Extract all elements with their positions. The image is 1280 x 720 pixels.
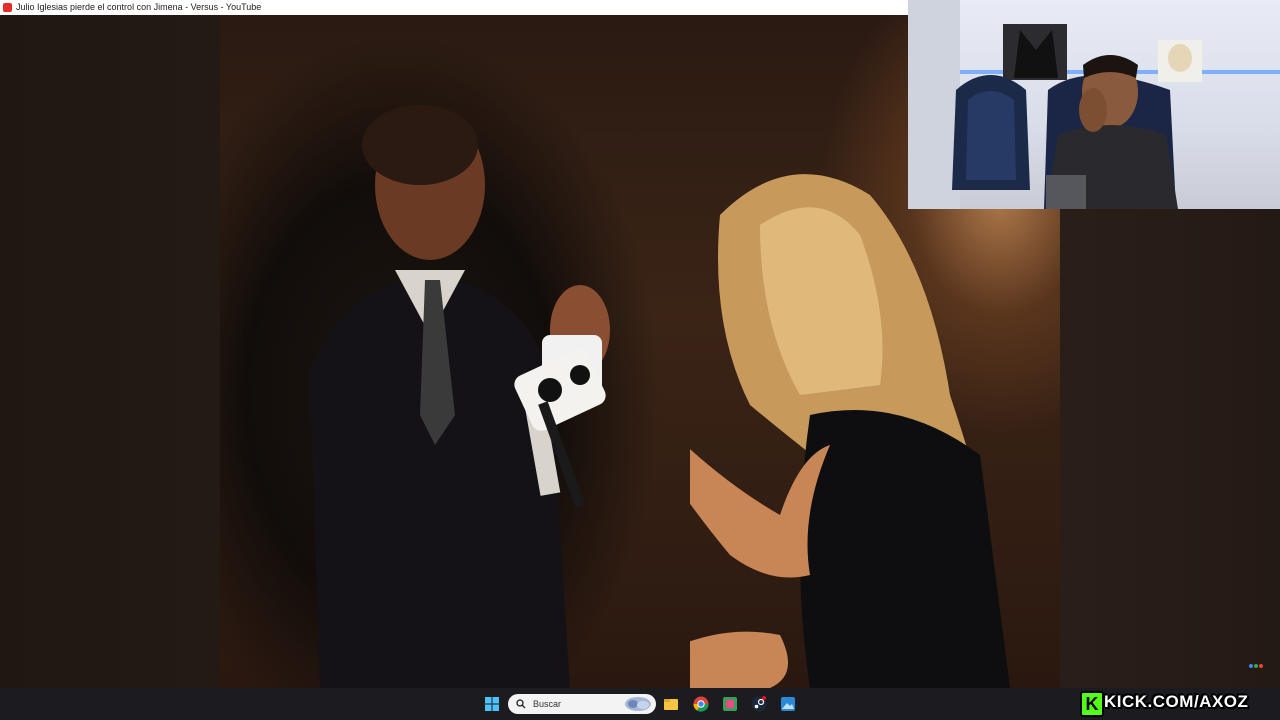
steam-icon[interactable] [751,696,767,712]
microphone [514,349,606,509]
search-placeholder: Buscar [533,699,562,709]
taskbar-search[interactable]: Buscar [508,694,656,714]
window-title: Julio Iglesias pierde el control con Jim… [16,2,262,12]
search-highlight-icon [625,697,651,711]
kick-watermark: K KICK.COM/AXOZ [1078,688,1274,717]
video-pillar-right [1060,209,1280,688]
search-icon [516,699,526,709]
photos-icon[interactable] [780,696,796,712]
dot-red [1259,664,1263,668]
player-dots [1249,655,1264,673]
kick-logo: K [1080,691,1104,717]
app-icon[interactable] [722,696,738,712]
scene-woman [690,174,1010,688]
dot-green [1254,664,1258,668]
youtube-icon [3,3,12,12]
chrome-icon[interactable] [693,696,709,712]
kick-url: KICK.COM/AXOZ [1104,692,1249,711]
file-explorer-icon[interactable] [663,696,679,712]
window-titlebar: Julio Iglesias pierde el control con Jim… [0,0,908,15]
windows-start-icon[interactable] [484,696,500,712]
webcam-scene [908,0,1280,209]
webcam-overlay [908,0,1280,209]
video-pillar-left [0,15,220,688]
dot-blue [1249,664,1253,668]
